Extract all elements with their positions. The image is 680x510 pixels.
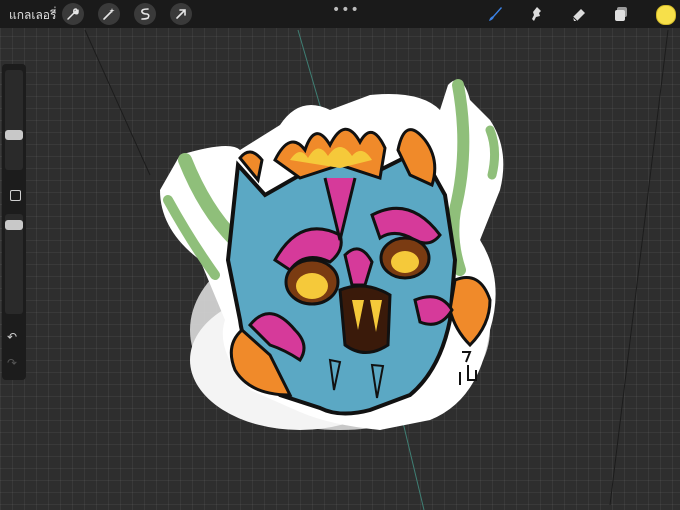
gallery-button[interactable]: แกลเลอรี่	[9, 6, 56, 25]
undo-icon[interactable]: ↶	[7, 330, 17, 344]
canvas-edge-line	[84, 29, 151, 176]
magic-wand-icon[interactable]	[98, 3, 120, 25]
smudge-icon[interactable]	[526, 4, 548, 24]
artwork-layer	[84, 29, 669, 510]
eraser-icon[interactable]	[568, 4, 590, 24]
opacity-handle[interactable]	[5, 220, 23, 230]
top-toolbar: แกลเลอรี่ •••	[0, 0, 680, 28]
brush-size-slider[interactable]	[5, 70, 23, 170]
modify-button[interactable]	[10, 190, 21, 201]
eye-left-inner	[296, 273, 328, 299]
selection-icon[interactable]	[134, 3, 156, 25]
layers-icon[interactable]	[610, 4, 632, 24]
transform-arrow-icon[interactable]	[170, 3, 192, 25]
canvas-edge-line	[609, 29, 669, 506]
redo-icon[interactable]: ↷	[7, 356, 17, 370]
brush-icon[interactable]	[484, 4, 506, 24]
wrench-icon[interactable]	[62, 3, 84, 25]
eye-right-inner	[391, 251, 419, 273]
left-sidebar: ↶ ↷	[2, 64, 26, 380]
color-picker-swatch[interactable]	[656, 5, 676, 25]
more-options-button[interactable]: •••	[332, 2, 360, 18]
mouth	[338, 284, 392, 354]
brush-size-handle[interactable]	[5, 130, 23, 140]
plant-right-2	[485, 125, 500, 180]
